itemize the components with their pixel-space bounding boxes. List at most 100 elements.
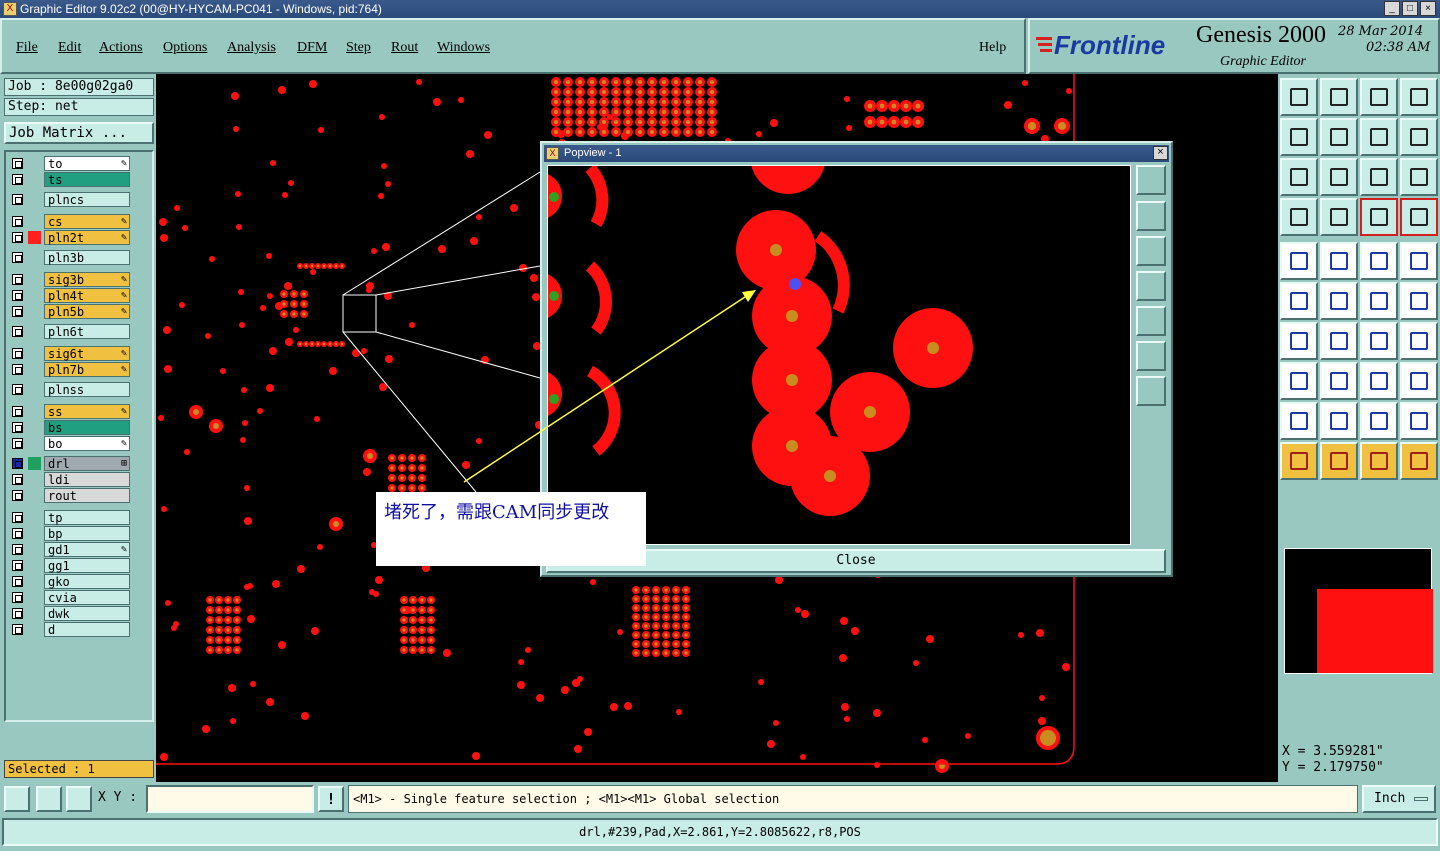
layer-checkbox[interactable]	[12, 544, 23, 555]
unit-selector[interactable]: Inch	[1362, 785, 1436, 813]
layer-checkbox[interactable]	[12, 624, 23, 635]
help-icon[interactable]	[1400, 158, 1438, 196]
layer-name[interactable]: pln6t	[44, 324, 130, 339]
minimize-button[interactable]: _	[1384, 1, 1400, 16]
layer-name[interactable]: gd1 ✎	[44, 542, 130, 557]
layer-name[interactable]: pln3b	[44, 250, 130, 265]
overview-map[interactable]	[1284, 548, 1433, 674]
layer-row-sig3b[interactable]: sig3b ✎	[10, 272, 130, 287]
popview-tool-1[interactable]	[1136, 165, 1166, 195]
layer-compare-icon[interactable]	[1360, 198, 1398, 236]
menu-dfm[interactable]: DFM	[297, 40, 327, 56]
layer-name[interactable]: d	[44, 622, 130, 637]
layer-name[interactable]: cs ✎	[44, 214, 130, 229]
pad-move-icon[interactable]	[1280, 362, 1318, 400]
layer-name[interactable]: pln5b ✎	[44, 304, 130, 319]
layer-row-pln7b[interactable]: pln7b ✎	[10, 362, 130, 377]
layer-checkbox[interactable]	[12, 576, 23, 587]
layer-checkbox[interactable]	[12, 252, 23, 263]
layer-name[interactable]: cvia	[44, 590, 130, 605]
zoom-center-icon[interactable]	[1320, 158, 1358, 196]
layer-name[interactable]: plnss	[44, 382, 130, 397]
menu-options[interactable]: Options	[163, 40, 207, 56]
layer-checkbox[interactable]	[12, 528, 23, 539]
snap-icon[interactable]	[1280, 198, 1318, 236]
layer-row-ts[interactable]: ts	[10, 172, 130, 187]
triangle-4-icon[interactable]	[1400, 402, 1438, 440]
popview-close-icon[interactable]: ×	[1153, 146, 1168, 160]
zoom-fit-icon[interactable]	[1280, 158, 1318, 196]
layer-name[interactable]: bs	[44, 420, 130, 435]
menu-step[interactable]: Step	[346, 40, 371, 56]
layer-checkbox[interactable]	[12, 174, 23, 185]
layer-row-pln4t[interactable]: pln4t ✎	[10, 288, 130, 303]
layer-name[interactable]: tp	[44, 510, 130, 525]
line-move-icon[interactable]	[1400, 282, 1438, 320]
close-window-button[interactable]: ×	[1420, 1, 1436, 16]
layer-name[interactable]: rout	[44, 488, 130, 503]
layer-row-sig6t[interactable]: sig6t ✎	[10, 346, 130, 361]
popview-tool-4[interactable]	[1136, 271, 1166, 301]
layer-row-rout[interactable]: rout	[10, 488, 130, 503]
menu-help[interactable]: Help	[979, 40, 1006, 56]
arc-icon[interactable]	[1360, 322, 1398, 360]
slash-icon[interactable]	[1320, 322, 1358, 360]
home-down-icon[interactable]	[1320, 78, 1358, 116]
split-icon[interactable]	[1320, 362, 1358, 400]
menu-actions[interactable]: Actions	[99, 40, 143, 56]
layer-name[interactable]: pln2t ✎	[44, 230, 130, 245]
layer-checkbox[interactable]	[12, 608, 23, 619]
layer-checkbox[interactable]	[12, 232, 23, 243]
ruler-icon[interactable]	[1360, 242, 1398, 280]
layer-name[interactable]: pln7b ✎	[44, 362, 130, 377]
menu-file[interactable]: File	[16, 40, 38, 56]
layer-checkbox[interactable]	[12, 158, 23, 169]
triangle-2-icon[interactable]	[1320, 402, 1358, 440]
pan-left-icon[interactable]	[1280, 118, 1318, 156]
layer-row-ss[interactable]: ss ✎	[10, 404, 130, 419]
layer-checkbox[interactable]	[12, 326, 23, 337]
layer-name[interactable]: drl ⊞	[44, 456, 130, 471]
copy-icon[interactable]	[1400, 362, 1438, 400]
pointer-2-icon[interactable]	[1320, 442, 1358, 480]
triangle-icon[interactable]	[1280, 402, 1318, 440]
layer-row-cs[interactable]: cs ✎	[10, 214, 130, 229]
layer-name[interactable]: ts	[44, 172, 130, 187]
layer-row-gko[interactable]: gko	[10, 574, 130, 589]
layer-row-bo[interactable]: bo ✎	[10, 436, 130, 451]
alert-icon[interactable]: !	[318, 786, 344, 812]
zoom-back-icon[interactable]	[1360, 118, 1398, 156]
layer-row-to[interactable]: to ✎	[10, 156, 130, 171]
menu-rout[interactable]: Rout	[391, 40, 418, 56]
measure-icon[interactable]	[36, 786, 62, 812]
layer-row-plnss[interactable]: plnss	[10, 382, 130, 397]
layer-name[interactable]: plncs	[44, 192, 130, 207]
layer-name[interactable]: ldi	[44, 472, 130, 487]
layer-name[interactable]: bp	[44, 526, 130, 541]
fill-icon[interactable]	[1360, 362, 1398, 400]
layer-row-gg1[interactable]: gg1	[10, 558, 130, 573]
layer-row-gd1[interactable]: gd1 ✎	[10, 542, 130, 557]
popview-tool-2[interactable]	[1136, 201, 1166, 231]
layer-checkbox[interactable]	[12, 348, 23, 359]
layer-row-plncs[interactable]: plncs	[10, 192, 130, 207]
layer-row-ldi[interactable]: ldi	[10, 472, 130, 487]
layer-name[interactable]: dwk	[44, 606, 130, 621]
layer-name[interactable]: sig3b ✎	[44, 272, 130, 287]
pointer-icon[interactable]	[1280, 442, 1318, 480]
layer-name[interactable]: gko	[44, 574, 130, 589]
layer-name[interactable]: bo ✎	[44, 436, 130, 451]
layer-name[interactable]: sig6t ✎	[44, 346, 130, 361]
layer-name[interactable]: to ✎	[44, 156, 130, 171]
layer-row-dwk[interactable]: dwk	[10, 606, 130, 621]
popview-tool-6[interactable]	[1136, 341, 1166, 371]
menu-windows[interactable]: Windows	[437, 40, 490, 56]
layer-row-pln5b[interactable]: pln5b ✎	[10, 304, 130, 319]
layer-name[interactable]: gg1	[44, 558, 130, 573]
redraw-icon[interactable]	[1400, 118, 1438, 156]
angle-icon[interactable]	[1280, 322, 1318, 360]
popview-canvas[interactable]	[547, 165, 1131, 545]
layer-row-cvia[interactable]: cvia	[10, 590, 130, 605]
layer-row-d[interactable]: d	[10, 622, 130, 637]
path-icon[interactable]	[1400, 442, 1438, 480]
